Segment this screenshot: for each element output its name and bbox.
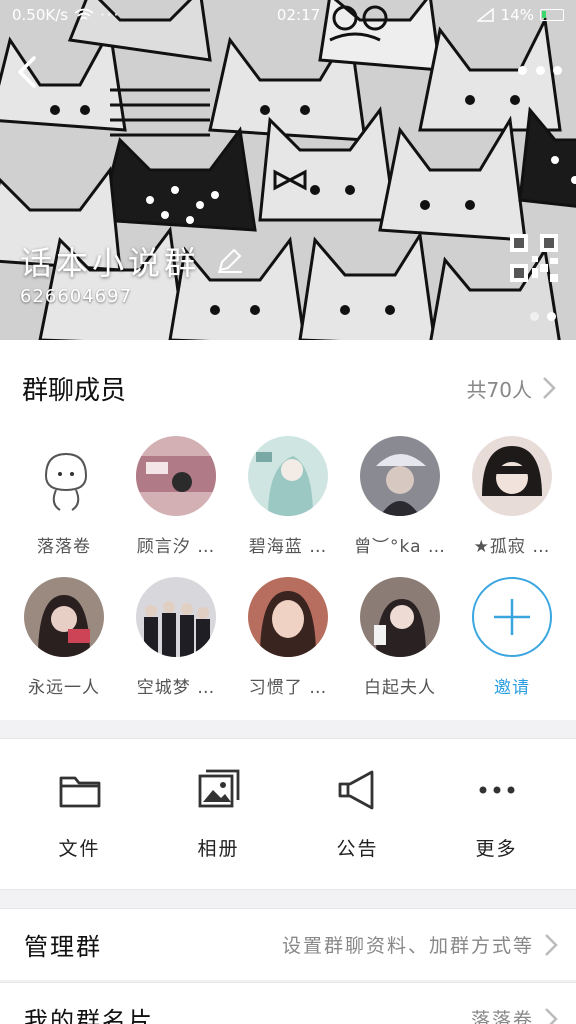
files-button[interactable]: 文件 — [20, 768, 140, 861]
member-item[interactable]: 碧海蓝 … — [232, 436, 344, 557]
battery-percent: 14% — [500, 6, 534, 24]
invite-circle — [472, 577, 552, 657]
member-name: 白起夫人 — [364, 678, 436, 698]
member-item[interactable]: 空城梦 … — [120, 577, 232, 698]
group-name-text: 话本小说群 — [20, 244, 201, 282]
member-name: 落落卷 — [37, 537, 91, 557]
battery-icon — [540, 9, 564, 21]
members-header[interactable]: 群聊成员 共70人 — [0, 340, 576, 436]
invite-label: 邀请 — [494, 678, 530, 698]
member-name: 习惯了 … — [248, 678, 328, 698]
member-name: 碧海蓝 … — [248, 537, 328, 557]
more-dots-icon — [518, 65, 527, 75]
banner-page-indicator — [530, 312, 556, 321]
folder-icon — [59, 776, 100, 807]
wifi-icon — [74, 8, 94, 20]
members-title: 群聊成员 — [22, 375, 127, 406]
plus-icon — [494, 599, 530, 635]
member-count: 共70人 — [466, 377, 532, 402]
back-arrow-icon — [18, 56, 36, 88]
my-group-card-row[interactable]: 我的群名片 落落卷 — [0, 982, 576, 1024]
avatar — [248, 436, 328, 516]
edit-pencil-icon[interactable] — [216, 248, 244, 274]
album-icon — [198, 769, 239, 807]
album-label: 相册 — [197, 837, 240, 860]
group-id: 626604697 — [20, 286, 133, 307]
announcement-label: 公告 — [336, 837, 379, 860]
status-bar: 0.50K/s ··· 02:17 14% — [0, 0, 576, 30]
avatar — [360, 577, 440, 657]
qr-code-icon[interactable] — [510, 234, 558, 282]
announcement-icon — [338, 770, 373, 809]
group-header-banner: 0.50K/s ··· 02:17 14% 话本小说群 626604697 — [0, 0, 576, 340]
chevron-right-icon — [543, 377, 556, 399]
avatar — [136, 577, 216, 657]
member-name: 永远一人 — [28, 678, 100, 698]
member-name: 空城梦 … — [136, 678, 216, 698]
more-icon — [479, 786, 514, 793]
avatar — [136, 436, 216, 516]
member-item[interactable]: 落落卷 — [8, 436, 120, 557]
status-time: 02:17 — [276, 6, 321, 24]
status-dots: ··· — [100, 6, 121, 24]
manage-group-value: 设置群聊资料、加群方式等 — [281, 935, 534, 957]
avatar — [24, 436, 104, 516]
more-options-button[interactable] — [518, 58, 562, 82]
group-actions-bar: 文件 相册 公告 更多 — [0, 738, 576, 890]
member-name: 顾言汐 … — [136, 537, 216, 557]
avatar — [24, 577, 104, 657]
member-item[interactable]: 顾言汐 … — [120, 436, 232, 557]
files-label: 文件 — [58, 837, 101, 860]
member-item[interactable]: 永远一人 — [8, 577, 120, 698]
back-button[interactable] — [10, 52, 46, 92]
more-button[interactable]: 更多 — [437, 768, 557, 861]
manage-group-title: 管理群 — [24, 933, 102, 961]
member-name: 曾︶°ka … — [354, 537, 446, 557]
avatar — [248, 577, 328, 657]
more-label: 更多 — [475, 837, 518, 860]
my-group-card-title: 我的群名片 — [24, 1007, 154, 1024]
members-grid: 落落卷 顾言汐 … 碧海蓝 … 曾︶°ka … ★孤寂 … 永远一人 空城梦 …… — [0, 436, 576, 698]
avatar — [360, 436, 440, 516]
members-card: 群聊成员 共70人 落落卷 顾言汐 … 碧海蓝 … 曾︶°ka … ★孤寂 … … — [0, 340, 576, 720]
album-button[interactable]: 相册 — [159, 768, 279, 861]
group-name[interactable]: 话本小说群 — [20, 238, 244, 284]
signal-icon — [476, 8, 494, 22]
member-item[interactable]: 习惯了 … — [232, 577, 344, 698]
avatar — [472, 436, 552, 516]
my-group-card-value: 落落卷 — [470, 1009, 534, 1024]
member-item[interactable]: ★孤寂 … — [456, 436, 568, 557]
chevron-right-icon — [545, 933, 558, 956]
member-name: ★孤寂 … — [473, 537, 551, 557]
status-speed: 0.50K/s — [12, 6, 69, 24]
manage-group-row[interactable]: 管理群 设置群聊资料、加群方式等 — [0, 908, 576, 980]
member-item[interactable]: 曾︶°ka … — [344, 436, 456, 557]
chevron-right-icon — [545, 1007, 558, 1024]
announcement-button[interactable]: 公告 — [298, 768, 418, 861]
member-item[interactable]: 白起夫人 — [344, 577, 456, 698]
invite-member-button[interactable]: 邀请 — [456, 577, 568, 698]
